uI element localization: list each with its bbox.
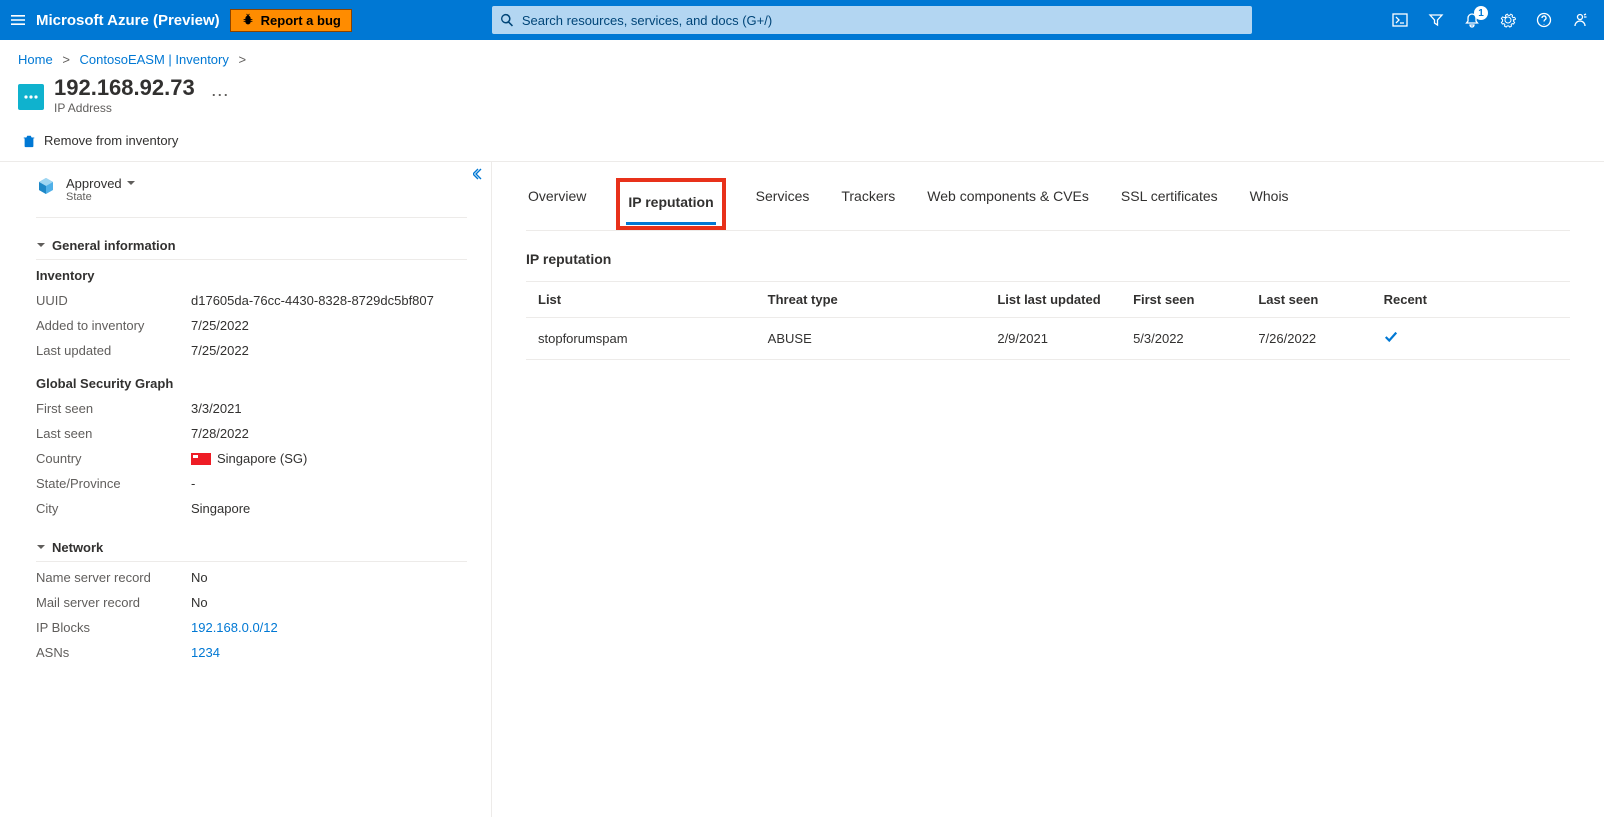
first-seen-value: 3/3/2021: [191, 401, 467, 416]
added-label: Added to inventory: [36, 318, 191, 333]
col-updated: List last updated: [985, 281, 1121, 317]
cloud-shell-icon[interactable]: [1392, 12, 1408, 28]
asn-label: ASNs: [36, 645, 191, 660]
last-seen-label: Last seen: [36, 426, 191, 441]
reputation-table: List Threat type List last updated First…: [526, 281, 1570, 360]
tab-web-components[interactable]: Web components & CVEs: [925, 178, 1091, 231]
collapse-pane-button[interactable]: [473, 168, 485, 183]
notifications-icon[interactable]: 1: [1464, 12, 1480, 28]
state-label: State: [66, 191, 136, 203]
tab-ip-reputation[interactable]: IP reputation: [626, 184, 715, 225]
added-value: 7/25/2022: [191, 318, 467, 333]
breadcrumb: Home > ContosoEASM | Inventory >: [0, 40, 1604, 73]
tab-services[interactable]: Services: [754, 178, 812, 231]
check-icon: [1384, 332, 1398, 347]
cell-recent: [1372, 317, 1570, 359]
tab-trackers[interactable]: Trackers: [839, 178, 897, 231]
report-bug-label: Report a bug: [261, 13, 341, 28]
settings-icon[interactable]: [1500, 12, 1516, 28]
bug-icon: [241, 13, 255, 27]
table-header-row: List Threat type List last updated First…: [526, 281, 1570, 317]
section-network[interactable]: Network: [36, 534, 467, 562]
search-icon: [500, 13, 514, 27]
remove-from-inventory-button[interactable]: Remove from inventory: [22, 133, 178, 148]
updated-value: 7/25/2022: [191, 343, 467, 358]
block-label: IP Blocks: [36, 620, 191, 635]
cell-first: 5/3/2022: [1121, 317, 1246, 359]
state-cube-icon: [36, 176, 56, 196]
cell-threat: ABUSE: [756, 317, 986, 359]
cell-last: 7/26/2022: [1246, 317, 1371, 359]
crumb-separator: >: [239, 52, 247, 67]
cell-updated: 2/9/2021: [985, 317, 1121, 359]
cell-list: stopforumspam: [526, 317, 756, 359]
asn-link[interactable]: 1234: [191, 645, 220, 660]
page-title: 192.168.92.73: [54, 75, 195, 101]
chevron-down-icon: [36, 542, 46, 552]
inventory-subheader: Inventory: [36, 268, 467, 283]
col-recent: Recent: [1372, 281, 1570, 317]
panel-title: IP reputation: [526, 251, 1570, 267]
brand-label: Microsoft Azure (Preview): [36, 12, 220, 29]
stateprov-value: -: [191, 476, 467, 491]
search-input[interactable]: [492, 6, 1252, 34]
col-list: List: [526, 281, 756, 317]
graph-subheader: Global Security Graph: [36, 376, 467, 391]
ip-block-link[interactable]: 192.168.0.0/12: [191, 620, 278, 635]
uuid-label: UUID: [36, 293, 191, 308]
stateprov-label: State/Province: [36, 476, 191, 491]
top-bar: Microsoft Azure (Preview) Report a bug 1: [0, 0, 1604, 40]
crumb-home[interactable]: Home: [18, 52, 53, 67]
remove-label: Remove from inventory: [44, 133, 178, 148]
col-threat: Threat type: [756, 281, 986, 317]
highlight-annotation: IP reputation: [616, 178, 725, 230]
hamburger-menu-icon[interactable]: [10, 12, 26, 28]
country-label: Country: [36, 451, 191, 466]
mail-label: Mail server record: [36, 595, 191, 610]
first-seen-label: First seen: [36, 401, 191, 416]
last-seen-value: 7/28/2022: [191, 426, 467, 441]
chevron-down-icon: [126, 178, 136, 188]
col-first: First seen: [1121, 281, 1246, 317]
command-bar: Remove from inventory: [0, 119, 1604, 162]
page-subtitle: IP Address: [54, 101, 195, 115]
details-pane: Approved State General information Inven…: [0, 162, 492, 817]
report-bug-button[interactable]: Report a bug: [230, 9, 352, 32]
notification-badge: 1: [1474, 6, 1488, 20]
more-actions-button[interactable]: ⋯: [211, 85, 229, 106]
ns-label: Name server record: [36, 570, 191, 585]
city-value: Singapore: [191, 501, 467, 516]
help-icon[interactable]: [1536, 12, 1552, 28]
tab-ssl[interactable]: SSL certificates: [1119, 178, 1220, 231]
resource-icon: [18, 84, 44, 110]
city-label: City: [36, 501, 191, 516]
uuid-value: d17605da-76cc-4430-8328-8729dc5bf807: [191, 293, 467, 308]
section-general-info[interactable]: General information: [36, 232, 467, 260]
trash-icon: [22, 134, 36, 148]
tab-whois[interactable]: Whois: [1248, 178, 1291, 231]
state-selector[interactable]: Approved State: [36, 172, 467, 218]
tab-overview[interactable]: Overview: [526, 178, 588, 231]
page-title-row: 192.168.92.73 IP Address ⋯: [0, 73, 1604, 119]
flag-icon: [191, 453, 211, 465]
filter-icon[interactable]: [1428, 12, 1444, 28]
col-last: Last seen: [1246, 281, 1371, 317]
content-pane: Overview IP reputation Services Trackers…: [492, 162, 1604, 817]
table-row: stopforumspam ABUSE 2/9/2021 5/3/2022 7/…: [526, 317, 1570, 359]
tab-bar: Overview IP reputation Services Trackers…: [526, 178, 1570, 231]
feedback-icon[interactable]: [1572, 12, 1588, 28]
updated-label: Last updated: [36, 343, 191, 358]
mail-value: No: [191, 595, 467, 610]
ns-value: No: [191, 570, 467, 585]
state-value: Approved: [66, 176, 122, 191]
crumb-inventory[interactable]: ContosoEASM | Inventory: [80, 52, 229, 67]
global-search[interactable]: [492, 6, 1252, 34]
chevron-down-icon: [36, 240, 46, 250]
crumb-separator: >: [62, 52, 70, 67]
country-value: Singapore (SG): [217, 451, 307, 466]
